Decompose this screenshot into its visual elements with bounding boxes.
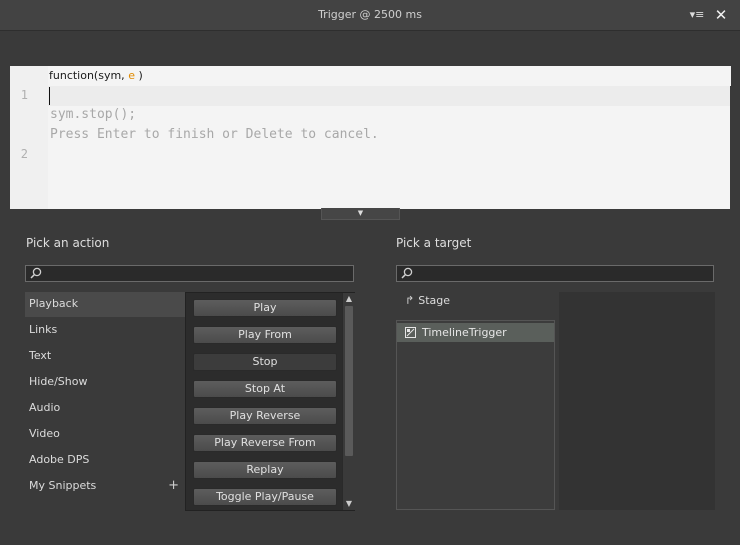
- stage-target[interactable]: ↱ Stage: [405, 294, 450, 307]
- close-icon[interactable]: ✕: [712, 7, 730, 23]
- stage-arrow-icon: ↱: [405, 294, 415, 307]
- code-editor[interactable]: function(sym, e ) 1 2 sym.stop(); Press …: [10, 66, 731, 209]
- search-icon: [30, 267, 42, 279]
- code-line[interactable]: sym.stop();: [50, 107, 136, 122]
- category-my-snippets-label: My Snippets: [29, 479, 97, 492]
- action-button-list: Play Play From Stop Stop At Play Reverse…: [185, 292, 355, 511]
- category-my-snippets[interactable]: My Snippets +: [25, 474, 185, 500]
- function-signature: function(sym, e ): [48, 66, 731, 86]
- action-category-list: Playback Links Text Hide/Show Audio Vide…: [25, 292, 185, 511]
- action-replay-button[interactable]: Replay: [193, 461, 337, 479]
- trigger-dialog: Trigger @ 2500 ms ▾≡ ✕ function(sym, e )…: [0, 0, 740, 545]
- add-snippet-icon[interactable]: +: [168, 474, 179, 498]
- window-title: Trigger @ 2500 ms: [318, 8, 422, 21]
- signature-param-e: e: [128, 69, 135, 82]
- category-video[interactable]: Video: [25, 422, 185, 448]
- text-caret: [49, 87, 50, 105]
- action-stop-button[interactable]: Stop: [193, 353, 337, 371]
- target-item-label: TimelineTrigger: [422, 326, 507, 339]
- line-number: 2: [20, 147, 28, 161]
- category-hide-show[interactable]: Hide/Show: [25, 370, 185, 396]
- pick-target-title: Pick a target: [396, 236, 472, 250]
- target-item-timelinetrigger[interactable]: TimelineTrigger: [397, 323, 554, 342]
- action-play-reverse-button[interactable]: Play Reverse: [193, 407, 337, 425]
- line-number: 1: [20, 88, 28, 102]
- scroll-up-icon[interactable]: ▲: [343, 293, 355, 305]
- code-hint-line: Press Enter to finish or Delete to cance…: [50, 127, 379, 142]
- action-list-scrollbar[interactable]: ▲ ▼: [342, 293, 355, 510]
- category-text[interactable]: Text: [25, 344, 185, 370]
- action-toggle-play-pause-button[interactable]: Toggle Play/Pause: [193, 488, 337, 506]
- category-playback[interactable]: Playback: [25, 292, 185, 318]
- action-play-reverse-from-button[interactable]: Play Reverse From: [193, 434, 337, 452]
- action-play-from-button[interactable]: Play From: [193, 326, 337, 344]
- scrollbar-thumb[interactable]: [345, 306, 353, 456]
- target-list: TimelineTrigger: [396, 320, 555, 510]
- target-search-input[interactable]: [396, 265, 714, 282]
- action-play-button[interactable]: Play: [193, 299, 337, 317]
- category-adobe-dps[interactable]: Adobe DPS: [25, 448, 185, 474]
- action-search-input[interactable]: [25, 265, 354, 282]
- action-stop-at-button[interactable]: Stop At: [193, 380, 337, 398]
- timeline-icon: [405, 327, 416, 338]
- pick-action-title: Pick an action: [26, 236, 110, 250]
- signature-prefix: function(sym,: [49, 69, 129, 82]
- category-audio[interactable]: Audio: [25, 396, 185, 422]
- category-links[interactable]: Links: [25, 318, 185, 344]
- title-bar: Trigger @ 2500 ms ▾≡ ✕: [0, 0, 740, 31]
- signature-suffix: ): [134, 69, 143, 82]
- scroll-down-icon[interactable]: ▼: [343, 498, 355, 510]
- target-detail-panel: [559, 292, 715, 510]
- panel-menu-icon[interactable]: ▾≡: [688, 8, 706, 22]
- search-icon: [401, 267, 413, 279]
- expand-collapse-handle[interactable]: ▼: [321, 208, 400, 220]
- stage-label: Stage: [418, 294, 451, 307]
- current-line-highlight: [48, 86, 730, 106]
